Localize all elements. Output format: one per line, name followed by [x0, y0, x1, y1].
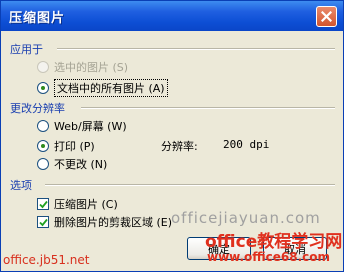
radio-button[interactable]: [37, 82, 49, 94]
radio-button[interactable]: [37, 158, 49, 170]
close-icon: [321, 11, 332, 22]
apply-selected-pictures-radio[interactable]: 选中的图片 (S): [37, 59, 128, 75]
checkbox[interactable]: [37, 198, 49, 210]
radio-label: Web/屏幕 (W): [54, 120, 127, 133]
radio-label: 打印 (P): [54, 140, 95, 153]
checkmark-icon: [38, 218, 48, 226]
watermark-office68-url: www.office68.com: [207, 250, 331, 264]
close-button[interactable]: [316, 6, 337, 27]
checkbox-label: 压缩图片 (C): [54, 198, 118, 211]
options-label: 选项: [10, 179, 32, 192]
radio-label: 不更改 (N): [54, 158, 108, 171]
resolution-divider: [81, 107, 335, 109]
compress-pictures-dialog: 压缩图片 应用于 选中的图片 (S) 文档中的所有图片 (A) 更改分辨率 We…: [0, 0, 344, 272]
checkmark-icon: [38, 200, 48, 208]
dialog-title: 压缩图片: [9, 11, 66, 26]
apply-to-label: 应用于: [10, 43, 43, 56]
watermark-officejiayuan: officejiayuan.com: [171, 209, 321, 227]
watermark-jb51: office.jb51.net: [3, 253, 90, 267]
checkbox[interactable]: [37, 216, 49, 228]
resolution-caption: 分辨率:: [161, 140, 198, 153]
compress-pictures-checkbox[interactable]: 压缩图片 (C): [37, 196, 118, 212]
resolution-print-radio[interactable]: 打印 (P): [37, 138, 95, 154]
apply-all-pictures-radio[interactable]: 文档中的所有图片 (A): [37, 79, 168, 97]
checkbox-label: 删除图片的剪裁区域 (E): [54, 216, 173, 229]
resolution-web-screen-radio[interactable]: Web/屏幕 (W): [37, 118, 127, 134]
change-resolution-label: 更改分辨率: [10, 102, 65, 115]
radio-label: 文档中的所有图片 (A): [54, 79, 168, 97]
radio-label: 选中的图片 (S): [54, 61, 129, 74]
resolution-value: 200 dpi: [223, 138, 270, 151]
radio-button[interactable]: [37, 120, 49, 132]
radio-button[interactable]: [37, 140, 49, 152]
radio-button[interactable]: [37, 61, 49, 73]
delete-cropped-areas-checkbox[interactable]: 删除图片的剪裁区域 (E): [37, 214, 172, 230]
apply-to-divider: [57, 48, 335, 50]
watermark-office-tutorial: office教程学习网: [205, 232, 343, 252]
title-bar[interactable]: 压缩图片: [1, 1, 343, 31]
resolution-no-change-radio[interactable]: 不更改 (N): [37, 156, 107, 172]
options-divider: [45, 184, 335, 186]
